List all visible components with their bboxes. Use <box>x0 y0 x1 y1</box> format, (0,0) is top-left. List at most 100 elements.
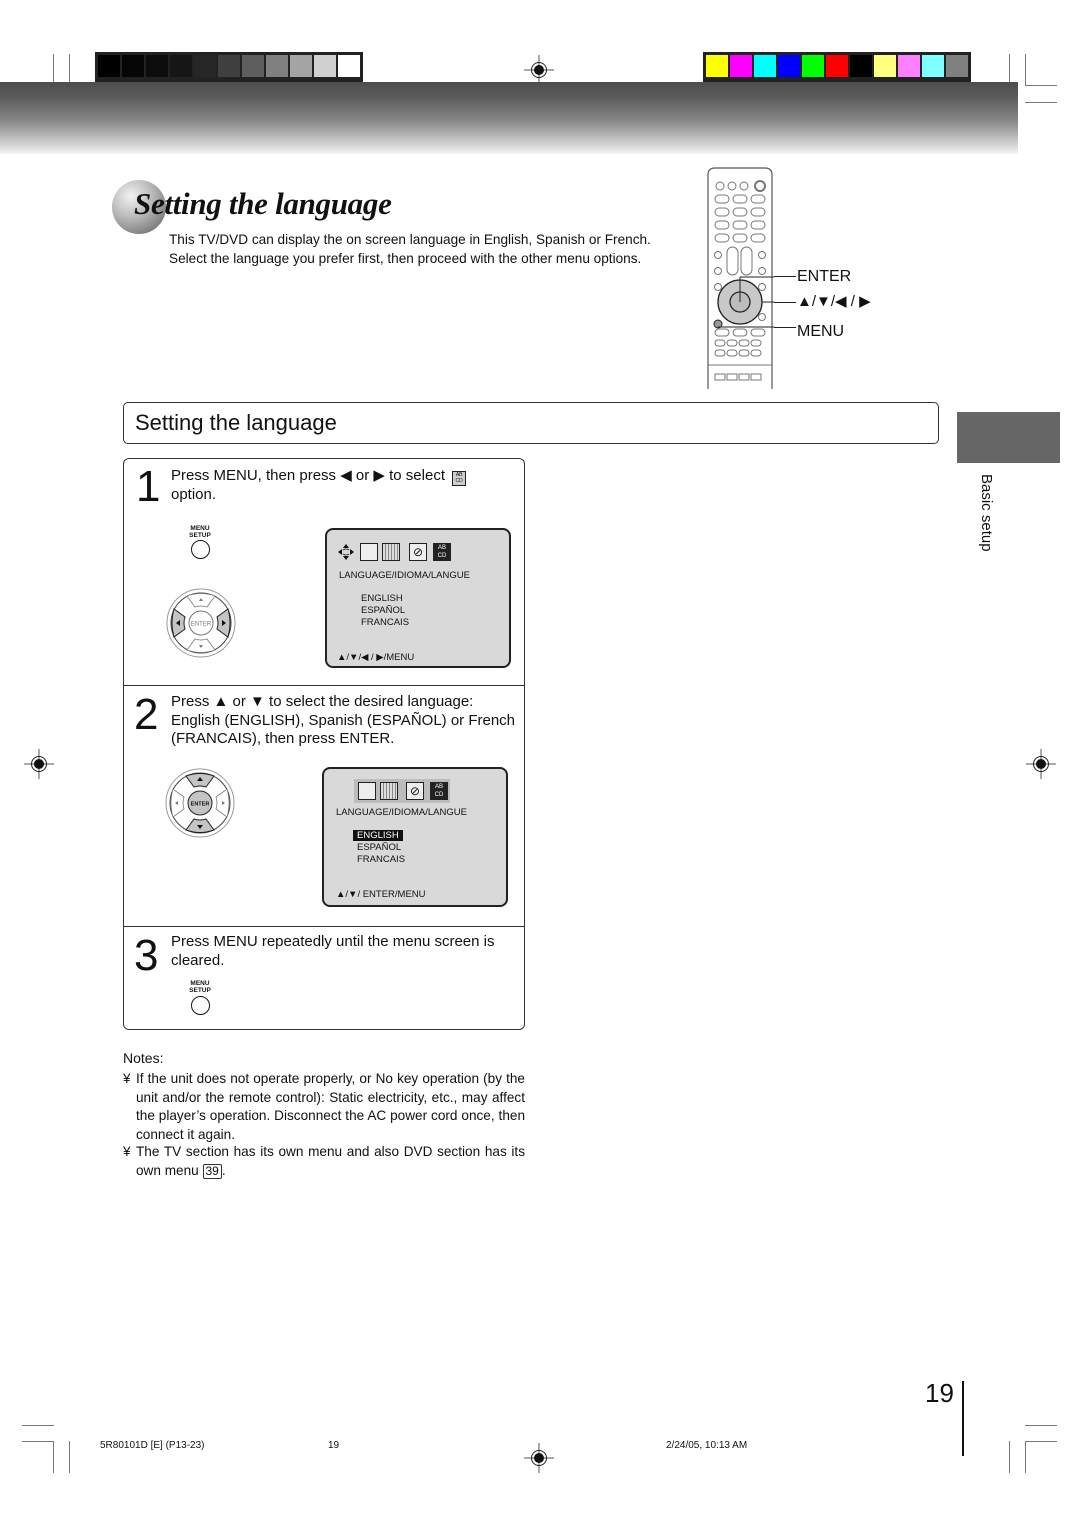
parental-lock-tab-icon: ⊘ <box>406 782 424 800</box>
page-number: 19 <box>925 1378 954 1408</box>
header-band <box>0 82 1018 154</box>
intro-paragraph: This TV/DVD can display the on screen la… <box>169 232 651 266</box>
osd-option-english: ENGLISH <box>361 593 403 604</box>
language-tab-icon-active: AB CD <box>433 543 451 561</box>
gray-swatch <box>98 55 120 77</box>
menu-setup-button[interactable] <box>191 996 210 1015</box>
gray-swatch <box>122 55 144 77</box>
page-reference-badge[interactable]: 39 <box>202 1163 222 1179</box>
osd-language-menu: ⊘ AB CD LANGUAGE/IDIOMA/LANGUE ENGLISH ES… <box>325 528 511 668</box>
step-instruction: Press MENU repeatedly until the menu scr… <box>171 933 495 969</box>
step-number: 2 <box>134 690 159 739</box>
footer-timestamp: 2/24/05, 10:13 AM <box>666 1440 748 1451</box>
color-swatch <box>826 55 848 77</box>
menu-setup-button-label: MENU SETUP <box>189 980 211 994</box>
note-item: ¥ The TV section has its own menu and al… <box>123 1143 525 1180</box>
page-title: Setting the language <box>134 186 392 221</box>
step-instruction: Press ▲ or ▼ to select the desired langu… <box>171 693 516 747</box>
dpad-up-down-highlight-icon[interactable]: ENTER <box>164 767 236 839</box>
osd-heading: LANGUAGE/IDIOMA/LANGUE <box>336 807 467 818</box>
page-number-rule <box>962 1381 964 1456</box>
gray-swatch <box>266 55 288 77</box>
note-text: The TV section has its own menu and also… <box>136 1144 525 1178</box>
menu-setup-button-label: MENU SETUP <box>189 525 211 539</box>
crop-mark <box>1025 54 1026 86</box>
osd-footer-hint: ▲/▼/◀ / ▶/MENU <box>337 652 415 663</box>
gray-swatch <box>146 55 168 77</box>
remote-callout-lines <box>774 276 796 277</box>
grid-tab-icon <box>380 782 398 800</box>
note-bullet: ¥ <box>123 1144 131 1159</box>
registration-mark-icon <box>1026 749 1056 779</box>
color-calibration-bar <box>703 52 971 82</box>
crop-mark <box>1025 1441 1026 1473</box>
four-way-arrows-icon <box>338 544 354 560</box>
color-swatch <box>898 55 920 77</box>
step-number: 3 <box>134 931 159 980</box>
language-tab-icon: AB CD <box>452 471 467 486</box>
parental-lock-tab-icon: ⊘ <box>409 543 427 561</box>
gray-swatch <box>314 55 336 77</box>
step-1-text: Press MENU, then press ◀ or ▶ to select … <box>171 467 516 505</box>
step-instruction-cont: option. <box>171 486 217 503</box>
gray-swatch <box>338 55 360 77</box>
section-title: Setting the language <box>135 410 337 435</box>
crop-mark <box>1025 1441 1057 1442</box>
crop-mark <box>1025 102 1057 103</box>
crop-mark <box>1025 1425 1057 1426</box>
language-tab-icon-active: AB CD <box>430 782 448 800</box>
remote-control-illustration <box>707 167 774 389</box>
steps-panel: 1 Press MENU, then press ◀ or ▶ to selec… <box>123 458 525 1030</box>
footer-doc-code: 5R80101D [E] (P13-23) <box>100 1440 205 1451</box>
registration-mark-icon <box>524 55 554 85</box>
gray-swatch <box>218 55 240 77</box>
color-swatch <box>778 55 800 77</box>
registration-mark-icon <box>24 749 54 779</box>
notes-heading: Notes: <box>123 1050 164 1066</box>
remote-label-menu: MENU <box>797 323 845 340</box>
color-swatch <box>850 55 872 77</box>
gray-swatch <box>290 55 312 77</box>
osd-footer-hint: ▲/▼/ ENTER/MENU <box>336 889 426 900</box>
note-bullet: ¥ <box>123 1071 131 1086</box>
picture-audio-tab-icon <box>358 782 376 800</box>
crop-mark <box>22 1425 54 1426</box>
dpad-left-right-highlight-icon[interactable]: ENTER <box>165 587 237 659</box>
osd-option-english-selected[interactable]: ENGLISH <box>353 830 403 841</box>
svg-text:ENTER: ENTER <box>191 802 210 808</box>
color-swatch <box>946 55 968 77</box>
crop-mark <box>22 1441 54 1442</box>
remote-label-arrows: ▲/▼/◀ / ▶ <box>797 293 871 310</box>
osd-language-menu-selected: ⊘ AB CD LANGUAGE/IDIOMA/LANGUE ENGLISH ES… <box>322 767 508 907</box>
note-text-end: . <box>221 1162 226 1178</box>
osd-option-espanol[interactable]: ESPAÑOL <box>357 842 401 853</box>
gray-swatch <box>194 55 216 77</box>
color-swatch <box>754 55 776 77</box>
gray-swatch <box>170 55 192 77</box>
color-swatch <box>874 55 896 77</box>
step-divider <box>124 685 524 687</box>
osd-heading: LANGUAGE/IDIOMA/LANGUE <box>339 570 470 581</box>
step-divider <box>124 926 524 928</box>
grid-tab-icon <box>382 543 400 561</box>
color-swatch <box>730 55 752 77</box>
crop-mark <box>1025 85 1057 86</box>
grayscale-calibration-bar <box>95 52 363 82</box>
section-header: Setting the language <box>123 402 939 444</box>
remote-callout-lines <box>774 327 796 328</box>
menu-setup-button[interactable] <box>191 540 210 559</box>
color-swatch <box>802 55 824 77</box>
chapter-tab-label: Basic setup <box>978 474 995 552</box>
osd-option-francais[interactable]: FRANCAIS <box>357 854 405 865</box>
color-swatch <box>706 55 728 77</box>
gray-swatch <box>242 55 264 77</box>
picture-audio-tab-icon <box>360 543 378 561</box>
color-swatch <box>922 55 944 77</box>
crop-mark <box>53 1441 54 1473</box>
step-instruction: Press MENU, then press ◀ or ▶ to select <box>171 467 445 484</box>
crop-mark <box>1009 1441 1010 1473</box>
osd-option-francais: FRANCAIS <box>361 617 410 628</box>
registration-mark-icon <box>524 1443 554 1473</box>
step-number: 1 <box>136 462 161 511</box>
chapter-tab <box>957 412 1060 463</box>
